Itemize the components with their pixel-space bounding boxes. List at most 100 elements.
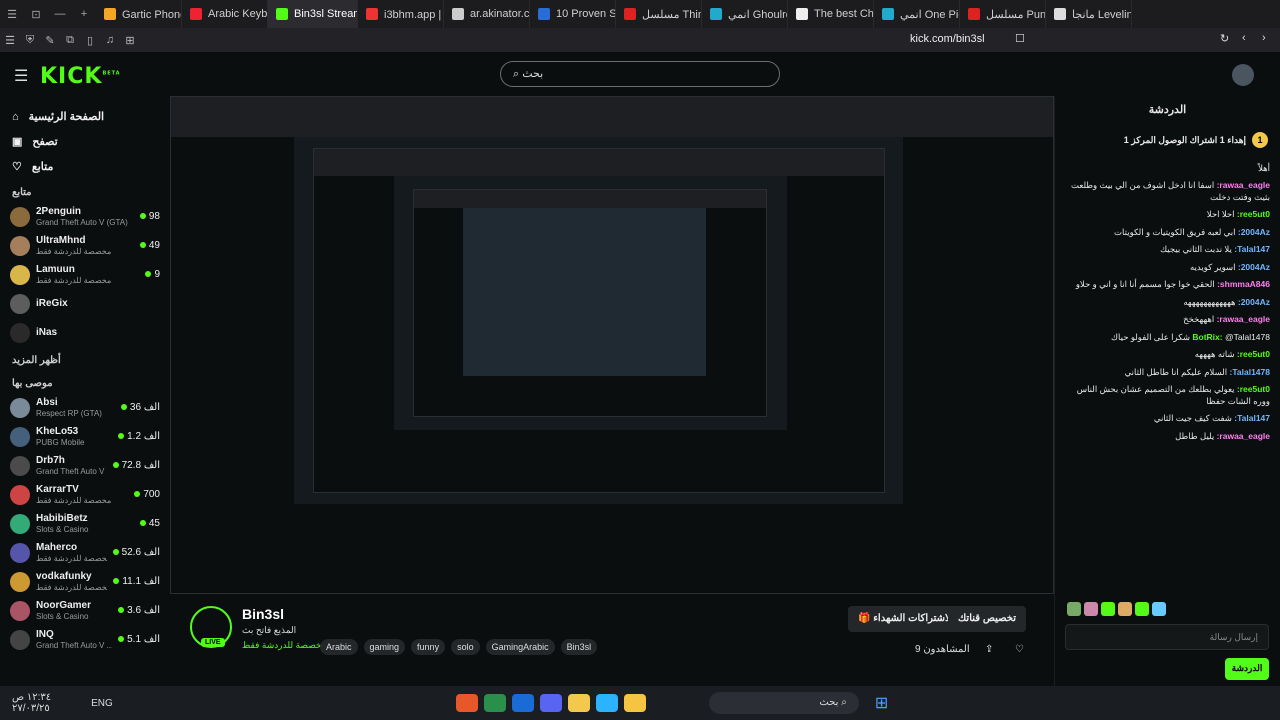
stream-category[interactable]: مخصصة للدردشة فقط bbox=[242, 640, 327, 651]
emote-icon[interactable] bbox=[1135, 602, 1149, 616]
user-avatar[interactable] bbox=[1232, 64, 1254, 86]
channel-item[interactable]: vodkafunky مخصصة للدردشة فقط 11.1 الف bbox=[0, 567, 170, 596]
channel-viewers: 9 bbox=[145, 269, 160, 280]
channel-avatar bbox=[10, 571, 30, 592]
new-tab-icon[interactable]: + bbox=[72, 8, 96, 20]
chat-username[interactable]: 2004Az: bbox=[1235, 227, 1270, 237]
channel-item[interactable]: iNas bbox=[0, 318, 170, 347]
stream-tag[interactable]: Arabic bbox=[320, 639, 358, 655]
chat-username[interactable]: 2004Az: bbox=[1235, 262, 1270, 272]
subscribe-button[interactable]: تخصيص قناتك bbox=[948, 606, 1027, 632]
browser-tab[interactable]: انمي One Piece bbox=[874, 0, 960, 28]
channel-item[interactable]: HabibiBetz Slots & Casino 45 bbox=[0, 509, 170, 538]
browser-tab[interactable]: Gartic Phone - رور bbox=[96, 0, 182, 28]
channel-item[interactable]: 2Penguin Grand Theft Auto V (GTA) 98 bbox=[0, 202, 170, 231]
browser-tab[interactable]: انمي Ghoulre bbox=[702, 0, 788, 28]
chat-username[interactable]: Talal147: bbox=[1232, 244, 1270, 254]
sidebar-menu-icon[interactable]: ☰ bbox=[0, 34, 20, 47]
channel-game: مخصصة للدردشة فقط bbox=[36, 246, 112, 256]
browser-tab[interactable]: مسلسل Punisher bbox=[960, 0, 1046, 28]
browser-tab[interactable]: ar.akinator.com bbox=[444, 0, 530, 28]
browser-tab[interactable]: 10 Proven Strateg bbox=[530, 0, 616, 28]
minimize-icon[interactable]: — bbox=[48, 8, 72, 20]
stream-tag[interactable]: solo bbox=[451, 639, 480, 655]
channel-item[interactable]: iReGix bbox=[0, 289, 170, 318]
nav-home[interactable]: ⌂ الصفحة الرئيسية bbox=[0, 104, 170, 129]
browser-tab[interactable]: مانجا Leveling 135 bbox=[1046, 0, 1132, 28]
stream-tag[interactable]: GamingArabic bbox=[485, 639, 555, 655]
browser-tab[interactable]: Bin3sl Stream bbox=[268, 0, 358, 28]
back-icon[interactable]: ‹ bbox=[1242, 32, 1246, 44]
chat-username[interactable]: shmmaA846: bbox=[1215, 279, 1270, 289]
channel-game: PUBG Mobile bbox=[36, 437, 85, 447]
hamburger-menu-icon[interactable]: ☰ bbox=[14, 66, 28, 86]
browser-tab[interactable]: The best ChatBot bbox=[788, 0, 874, 28]
chat-username[interactable]: rawaa_eagle: bbox=[1214, 431, 1270, 441]
channel-item[interactable]: Maherco مخصصة للدردشة فقط 52.6 الف bbox=[0, 538, 170, 567]
stream-tag[interactable]: funny bbox=[411, 639, 446, 655]
window-menu-icon[interactable]: ☰ bbox=[0, 8, 24, 21]
tab-actions-icon[interactable]: ⊡ bbox=[24, 8, 48, 21]
folder-icon[interactable] bbox=[623, 694, 646, 712]
channel-item[interactable]: INQ Grand Theft Auto V ... 5.1 الف bbox=[0, 625, 170, 654]
forward-icon[interactable]: › bbox=[1262, 32, 1266, 44]
shield-icon[interactable]: ⛨ bbox=[20, 34, 40, 47]
language-indicator[interactable]: ENG bbox=[91, 698, 113, 709]
emote-icon[interactable] bbox=[1084, 602, 1098, 616]
emote-icon[interactable] bbox=[1067, 602, 1081, 616]
emote-icon[interactable] bbox=[1152, 602, 1166, 616]
steam-icon[interactable] bbox=[511, 694, 534, 712]
bookmark-icon[interactable]: ☐ bbox=[1015, 32, 1025, 45]
edge-icon[interactable] bbox=[595, 694, 618, 712]
url-text[interactable]: kick.com/bin3sl bbox=[910, 33, 985, 45]
chat-username[interactable]: rawaa_eagle: bbox=[1214, 180, 1270, 190]
channel-item[interactable]: UltraMhnd مخصصة للدردشة فقط 49 bbox=[0, 231, 170, 260]
browser-tab[interactable]: Arabic Keyboard bbox=[182, 0, 268, 28]
chat-username[interactable]: 2004Az: bbox=[1235, 297, 1270, 307]
kick-logo[interactable]: KICKBETA bbox=[40, 64, 121, 89]
channel-item[interactable]: Absi Respect RP (GTA) 36 الف bbox=[0, 393, 170, 422]
windows-start-icon[interactable]: ⊞ bbox=[875, 693, 888, 713]
channel-item[interactable]: KarrarTV مخصصة للدردشة فقط 700 bbox=[0, 480, 170, 509]
extensions-icon[interactable]: ⧉ bbox=[60, 34, 80, 47]
channel-item[interactable]: KheLo53 PUBG Mobile 1.2 الف bbox=[0, 422, 170, 451]
xbox-icon[interactable] bbox=[483, 694, 506, 712]
chat-username[interactable]: BotRix: bbox=[1192, 332, 1225, 342]
send-chat-button[interactable]: الدردشة bbox=[1225, 658, 1269, 680]
taskbar-search[interactable]: بحث ⌕ bbox=[708, 692, 859, 714]
browser-tab[interactable]: i3bhm.app | لعبهم bbox=[358, 0, 444, 28]
search-input[interactable]: ⌕ بحث bbox=[500, 61, 780, 87]
chat-username[interactable]: Talal147: bbox=[1232, 413, 1270, 423]
music-icon[interactable]: ♫ bbox=[100, 34, 120, 46]
emote-icon[interactable] bbox=[1118, 602, 1132, 616]
reload-icon[interactable]: ↻ bbox=[1220, 32, 1229, 45]
emote-icon[interactable] bbox=[1101, 602, 1115, 616]
browser-tab[interactable]: مسلسل Things bbox=[616, 0, 702, 28]
chat-username[interactable]: ree5ut0: bbox=[1235, 349, 1270, 359]
stream-tag[interactable]: Bin3sl bbox=[560, 639, 598, 655]
channel-viewers: 36 الف bbox=[120, 402, 160, 413]
brave-icon[interactable] bbox=[455, 694, 478, 712]
chat-username[interactable]: ree5ut0: bbox=[1235, 384, 1270, 394]
chat-input[interactable]: إرسال رسالة bbox=[1065, 624, 1269, 650]
chat-username[interactable]: Talal1478: bbox=[1227, 367, 1271, 377]
discord-icon[interactable] bbox=[539, 694, 562, 712]
channel-item[interactable]: NoorGamer Slots & Casino 3.6 الف bbox=[0, 596, 170, 625]
chat-username[interactable]: ree5ut0: bbox=[1235, 209, 1270, 219]
channel-item[interactable]: Drb7hGrand Theft Auto V (GTA) 72.8 الف bbox=[0, 451, 170, 480]
pen-icon[interactable]: ✎ bbox=[40, 34, 60, 47]
follow-icon[interactable]: ♡ bbox=[1015, 644, 1024, 655]
share-icon[interactable]: ⇪ bbox=[985, 644, 993, 655]
sidebar-icon[interactable]: ▯ bbox=[80, 34, 100, 47]
show-more-link[interactable]: أظهر المزيد bbox=[0, 347, 170, 370]
chrome-icon[interactable] bbox=[567, 694, 590, 712]
streamer-name[interactable]: Bin3sl bbox=[242, 606, 284, 622]
gift-subs-button[interactable]: 🎁 الاشتراكات الشهداء bbox=[848, 606, 964, 632]
nav-browse[interactable]: ▣ تصفح bbox=[0, 129, 170, 154]
chat-username[interactable]: rawaa_eagle: bbox=[1214, 314, 1270, 324]
video-player[interactable] bbox=[170, 96, 1054, 594]
nav-following[interactable]: ♡ متابع bbox=[0, 154, 170, 179]
screenshot-icon[interactable]: ⊞ bbox=[120, 34, 140, 47]
channel-item[interactable]: Lamuun مخصصة للدردشة فقط 9 bbox=[0, 260, 170, 289]
stream-tag[interactable]: gaming bbox=[363, 639, 406, 655]
